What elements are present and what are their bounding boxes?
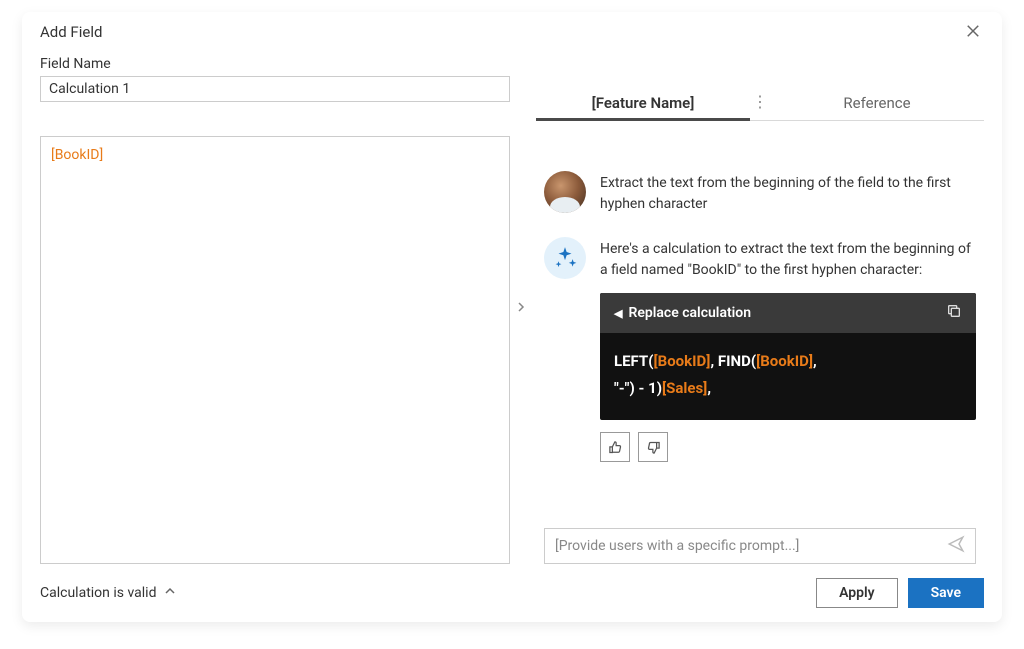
feedback-row (600, 432, 976, 462)
tab-bar: [Feature Name] ⋮ Reference (536, 86, 984, 121)
left-arrow-icon: ◀ (614, 307, 622, 320)
tab-reference[interactable]: Reference (770, 86, 984, 120)
formula-editor[interactable]: [BookID] (40, 136, 510, 564)
formula-field-token: [BookID] (51, 147, 103, 163)
prompt-input-row (544, 528, 976, 564)
ai-message-text: Here's a calculation to extract the text… (600, 237, 976, 281)
modal-body: Field Name [BookID] [Feature Name] ⋮ Ref… (22, 50, 1002, 564)
modal-footer: Calculation is valid Apply Save (22, 564, 1002, 622)
validation-text: Calculation is valid (40, 585, 156, 601)
validation-status[interactable]: Calculation is valid (40, 585, 176, 601)
prompt-input[interactable] (555, 538, 947, 554)
close-button[interactable] (964, 22, 984, 42)
left-panel: Field Name [BookID] (40, 50, 510, 564)
thumbs-up-button[interactable] (600, 432, 630, 462)
user-message: Extract the text from the beginning of t… (544, 171, 976, 215)
collapse-panel-toggle[interactable] (510, 50, 532, 564)
right-panel: [Feature Name] ⋮ Reference Extract the t… (532, 50, 984, 564)
code-body: LEFT([BookID], FIND([BookID], "-") - 1)[… (600, 333, 976, 420)
code-header: ◀ Replace calculation (600, 293, 976, 333)
user-avatar (544, 171, 586, 213)
copy-code-button[interactable] (946, 303, 962, 323)
ai-message-body: Here's a calculation to extract the text… (600, 237, 976, 462)
ai-avatar (544, 237, 586, 279)
modal-header: Add Field (22, 12, 1002, 50)
footer-buttons: Apply Save (816, 578, 984, 608)
chat-area: Extract the text from the beginning of t… (536, 121, 984, 522)
field-name-label: Field Name (40, 56, 510, 72)
user-message-text: Extract the text from the beginning of t… (600, 171, 976, 215)
code-block: ◀ Replace calculation (600, 293, 976, 420)
tab-more-menu[interactable]: ⋮ (750, 92, 770, 115)
field-name-input[interactable] (40, 76, 510, 102)
apply-button[interactable]: Apply (816, 578, 898, 608)
add-field-modal: Add Field Field Name [BookID] [Feature N… (22, 12, 1002, 622)
replace-calculation-label: Replace calculation (628, 305, 751, 321)
thumbs-down-button[interactable] (638, 432, 668, 462)
replace-calculation-button[interactable]: ◀ Replace calculation (614, 305, 751, 321)
ai-message: Here's a calculation to extract the text… (544, 237, 976, 462)
modal-title: Add Field (40, 23, 102, 41)
chevron-up-icon (164, 585, 176, 601)
send-button[interactable] (947, 535, 965, 557)
tab-feature[interactable]: [Feature Name] (536, 86, 750, 120)
save-button[interactable]: Save (908, 578, 984, 608)
